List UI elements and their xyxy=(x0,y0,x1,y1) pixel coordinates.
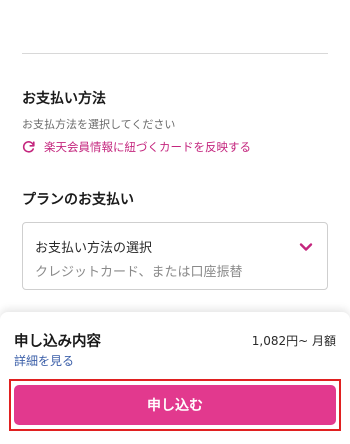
details-link[interactable]: 詳細を見る xyxy=(14,352,74,369)
rakuten-card-link[interactable]: 楽天会員情報に紐づくカードを反映する xyxy=(22,139,251,155)
order-summary-panel: 申し込み内容 1,082円~ 月額 詳細を見る 申し込む xyxy=(0,312,350,444)
select-placeholder: クレジットカード、または口座振替 xyxy=(35,265,243,280)
refresh-icon xyxy=(22,140,36,154)
monthly-price: 1,082円~ 月額 xyxy=(251,334,336,348)
chevron-down-icon xyxy=(299,237,313,256)
rakuten-card-link-label: 楽天会員情報に紐づくカードを反映する xyxy=(44,140,251,154)
payment-method-subtitle: お支払方法を選択してください xyxy=(22,118,176,131)
summary-title: 申し込み内容 xyxy=(14,334,101,350)
plan-payment-title: プランのお支払い xyxy=(22,192,134,208)
payment-method-select[interactable]: お支払い方法の選択 クレジットカード、または口座振替 xyxy=(22,222,328,290)
top-divider xyxy=(22,53,328,54)
payment-method-title: お支払い方法 xyxy=(22,91,106,107)
select-label: お支払い方法の選択 xyxy=(35,241,153,256)
submit-button[interactable]: 申し込む xyxy=(14,385,336,425)
